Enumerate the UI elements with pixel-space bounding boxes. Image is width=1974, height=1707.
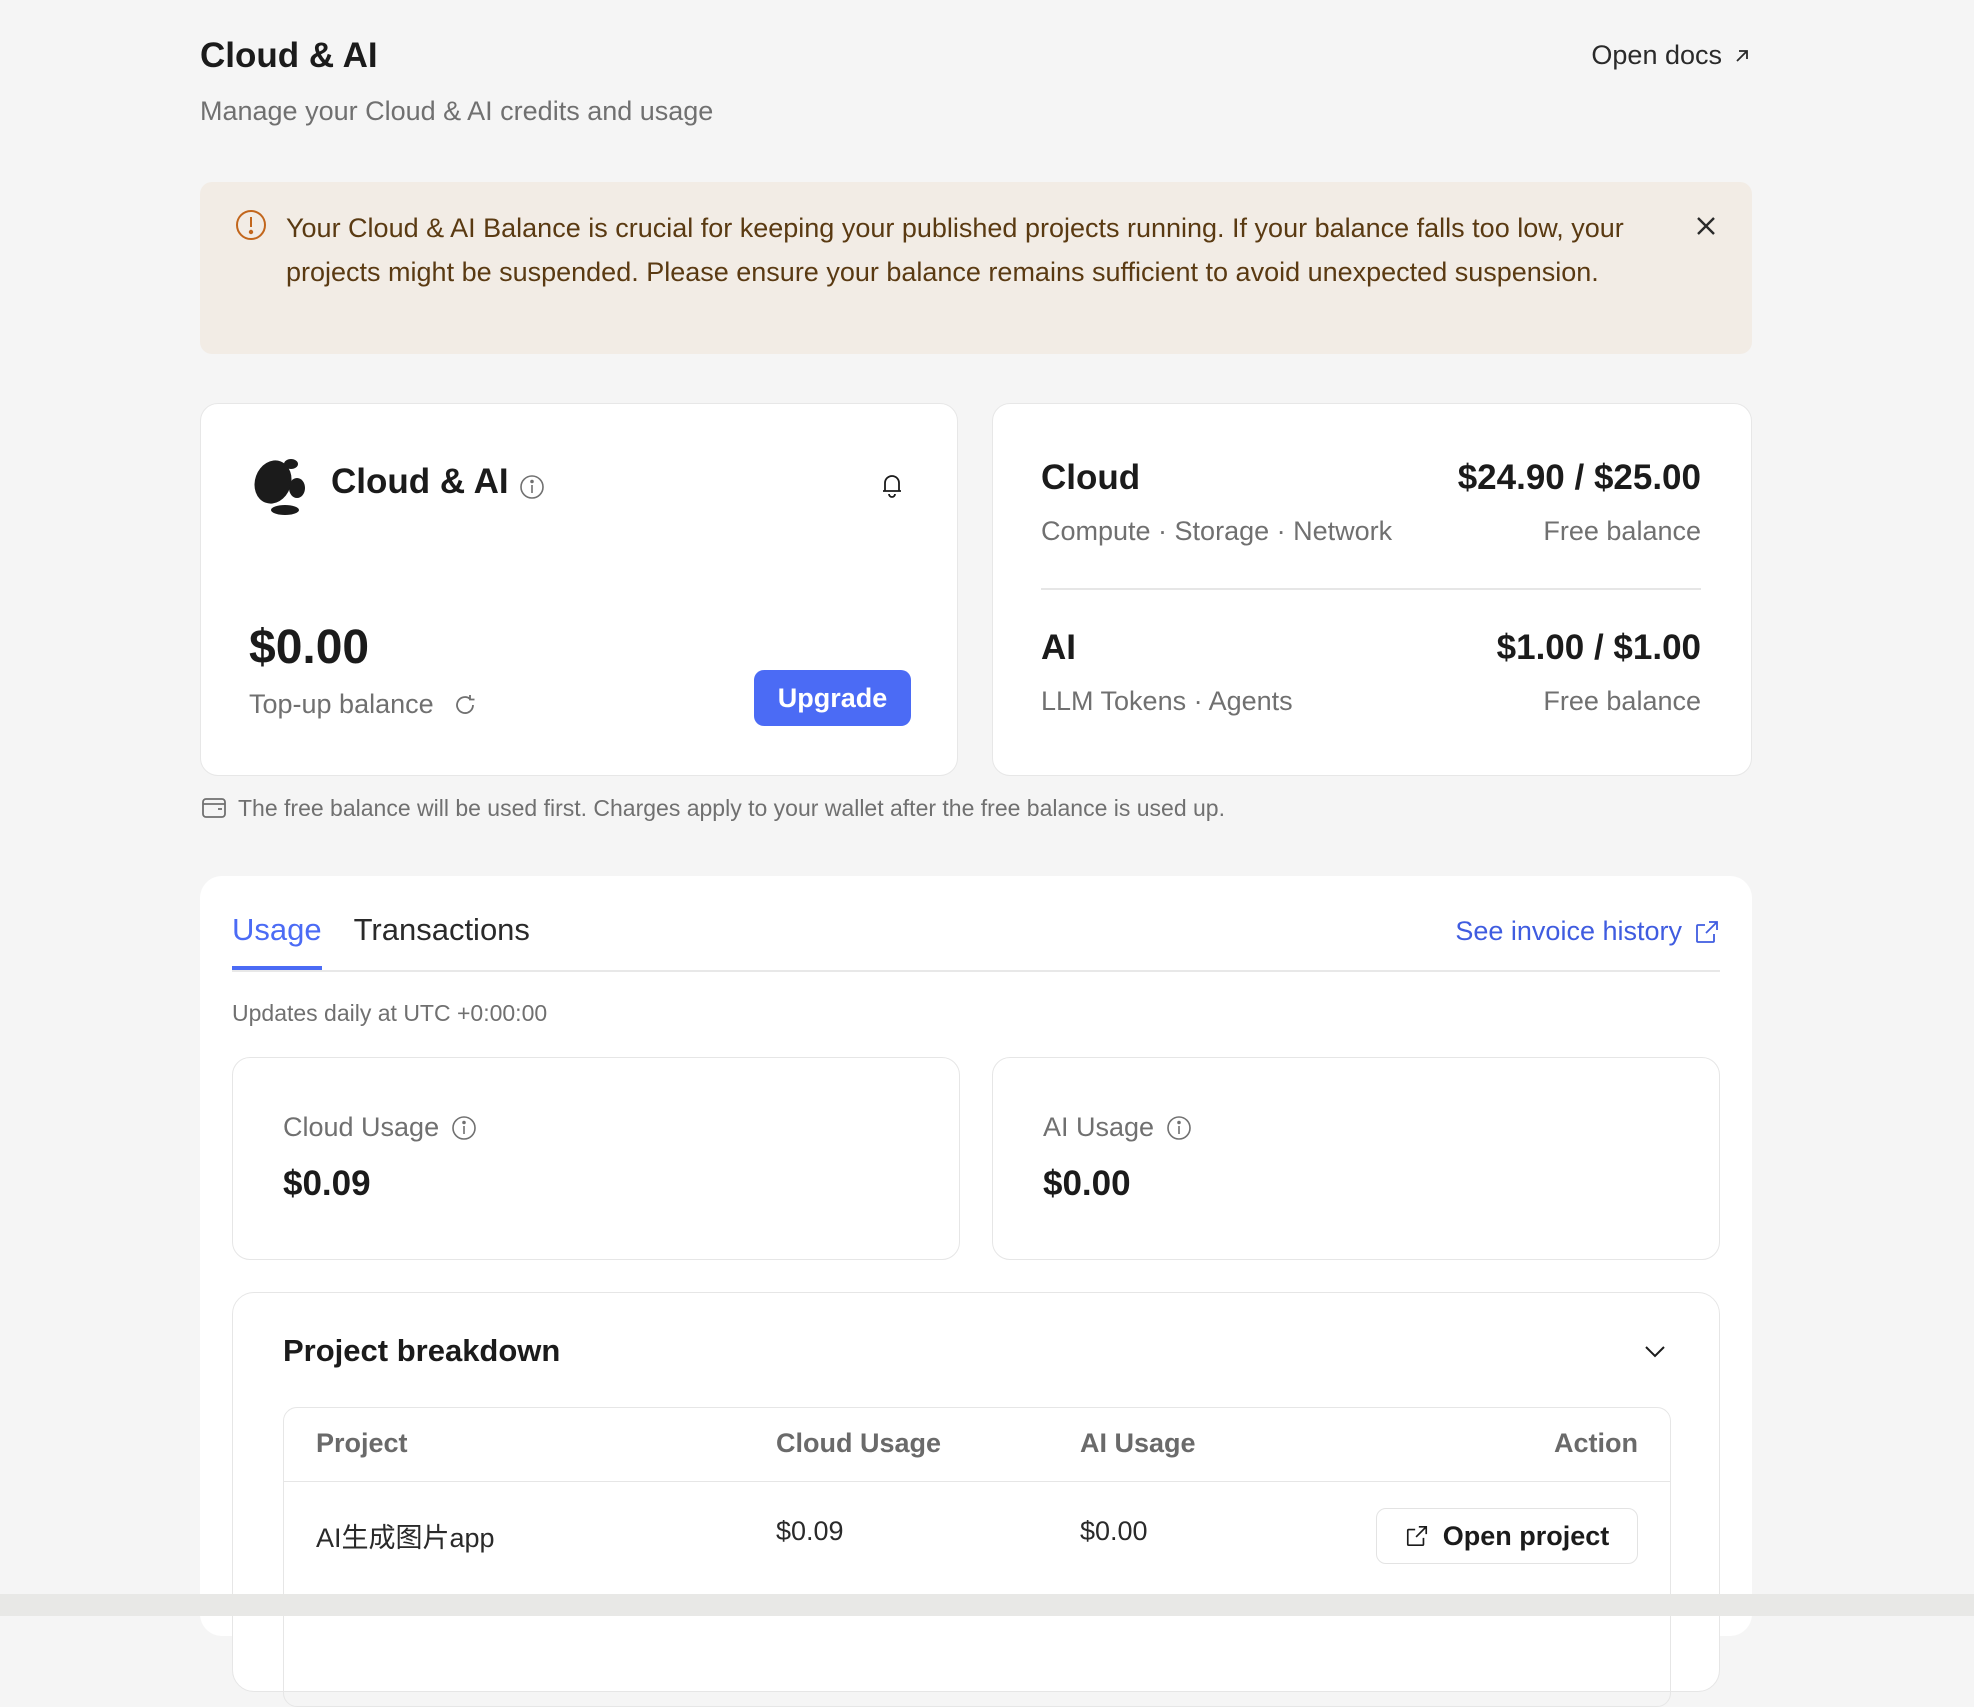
updates-note: Updates daily at UTC +0:00:00 (232, 1000, 548, 1026)
horizontal-scrollbar[interactable] (0, 1594, 1974, 1616)
column-project: Project (316, 1428, 408, 1458)
free-balance-note-text: The free balance will be used first. Cha… (238, 794, 1225, 821)
project-name: AI生成图片app (316, 1523, 495, 1553)
cloud-label: Cloud (1041, 458, 1141, 497)
wallet-icon (202, 798, 226, 818)
ai-free-balance: AI $1.00 / $1.00 LLM Tokens · Agents Fre… (1041, 628, 1701, 748)
ai-usage-card: AI Usage $0.00 (992, 1057, 1720, 1260)
upgrade-button[interactable]: Upgrade (754, 670, 911, 726)
refresh-icon[interactable] (452, 692, 478, 718)
usage-tabs: Usage Transactions (232, 912, 530, 970)
balance-warning-alert: Your Cloud & AI Balance is crucial for k… (200, 182, 1752, 354)
tab-transactions[interactable]: Transactions (354, 912, 530, 970)
free-balance-card: Cloud $24.90 / $25.00 Compute · Storage … (992, 403, 1752, 776)
cloud-usage-value: $0.09 (283, 1164, 371, 1203)
ai-label: AI (1041, 628, 1076, 667)
free-balance-note: The free balance will be used first. Cha… (200, 794, 1225, 822)
project-cloud-usage: $0.09 (776, 1516, 844, 1546)
project-breakdown-title: Project breakdown (283, 1333, 561, 1368)
column-ai-usage: AI Usage (1080, 1428, 1196, 1458)
project-ai-usage: $0.00 (1080, 1516, 1148, 1546)
column-cloud-usage: Cloud Usage (776, 1428, 942, 1458)
external-link-icon (1406, 1525, 1427, 1547)
ai-free-amount: $1.00 / $1.00 (1496, 628, 1701, 667)
warning-circle-icon (236, 210, 266, 240)
balance-card: Cloud & AI $0.00 Top-up balance Upgrade (200, 403, 958, 776)
project-table: Project Cloud Usage AI Usage Action AI生成… (283, 1407, 1671, 1707)
bell-icon[interactable] (877, 470, 907, 500)
invoice-history-link[interactable]: See invoice history (1455, 916, 1720, 947)
ai-free-label: Free balance (1543, 686, 1701, 716)
table-header: Project Cloud Usage AI Usage Action (284, 1408, 1670, 1482)
cloud-free-label: Free balance (1543, 516, 1701, 546)
open-project-label: Open project (1442, 1520, 1610, 1551)
topup-balance-amount: $0.00 (249, 621, 370, 674)
info-icon[interactable] (1166, 1115, 1192, 1141)
brand-logo-icon (254, 459, 305, 515)
open-project-button[interactable]: Open project (1376, 1508, 1638, 1564)
cloud-free-balance: Cloud $24.90 / $25.00 Compute · Storage … (1041, 458, 1701, 578)
ai-usage-value: $0.00 (1043, 1164, 1131, 1203)
ai-usage-label-row: AI Usage (1043, 1112, 1192, 1143)
cloud-usage-label: Cloud Usage (283, 1112, 440, 1142)
ai-description: LLM Tokens · Agents (1041, 686, 1293, 716)
usage-panel: Usage Transactions See invoice history U… (200, 876, 1752, 1707)
cloud-description: Compute · Storage · Network (1041, 516, 1393, 546)
close-icon[interactable] (1692, 212, 1720, 240)
balance-card-title: Cloud & AI (331, 462, 509, 501)
info-icon[interactable] (451, 1115, 477, 1141)
chevron-down-icon[interactable] (1641, 1337, 1669, 1365)
topup-balance-label-row: Top-up balance (249, 689, 478, 720)
info-icon[interactable] (519, 474, 545, 500)
cloud-usage-label-row: Cloud Usage (283, 1112, 477, 1143)
open-docs-label: Open docs (1591, 40, 1722, 70)
page-title: Cloud & AI (200, 36, 378, 75)
cloud-usage-card: Cloud Usage $0.09 (232, 1057, 960, 1260)
topup-balance-label: Top-up balance (249, 689, 434, 719)
ai-usage-label: AI Usage (1043, 1112, 1155, 1142)
arrow-up-right-icon (1736, 49, 1748, 62)
tab-usage[interactable]: Usage (232, 912, 322, 970)
invoice-history-label: See invoice history (1455, 916, 1682, 946)
project-breakdown: Project breakdown Project Cloud Usage AI… (232, 1292, 1720, 1707)
table-row: AI生成图片app $0.09 $0.00 Open project (284, 1482, 1670, 1592)
cloud-free-amount: $24.90 / $25.00 (1457, 458, 1701, 497)
alert-message: Your Cloud & AI Balance is crucial for k… (286, 213, 1624, 287)
column-action: Action (1554, 1428, 1638, 1458)
divider (1041, 588, 1701, 590)
tabs-divider (232, 970, 1720, 972)
open-docs-link[interactable]: Open docs (1591, 40, 1752, 71)
external-link-icon (1696, 920, 1718, 943)
page-subtitle: Manage your Cloud & AI credits and usage (200, 96, 714, 126)
